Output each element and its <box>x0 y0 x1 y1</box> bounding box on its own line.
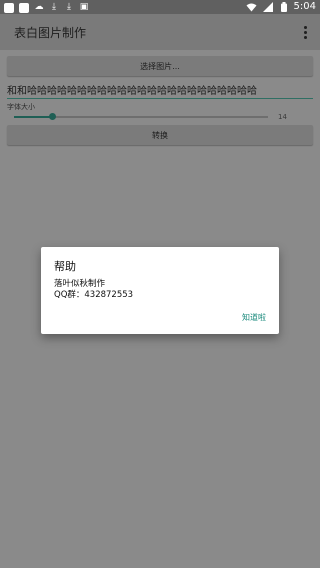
status-bar: ☁ ⤓ ⤓ ▣ 5:04 <box>0 0 320 14</box>
dialog-qq-group: QQ群：432872553 <box>54 290 134 300</box>
system-icons: 5:04 <box>246 1 316 13</box>
battery-icon <box>278 1 290 13</box>
download-icon: ⤓ <box>67 2 71 12</box>
notification-icons: ☁ ⤓ ⤓ ▣ <box>3 1 90 13</box>
text-input[interactable]: 和和哈哈哈哈哈哈哈哈哈哈哈哈哈哈哈哈哈哈哈哈哈哈哈 <box>7 82 313 99</box>
overflow-menu-icon[interactable] <box>300 23 310 41</box>
app-square-icon <box>3 1 15 13</box>
slider-thumb[interactable] <box>49 113 56 120</box>
signal-icon <box>262 1 274 13</box>
convert-button[interactable]: 转换 <box>7 125 313 145</box>
wifi-icon <box>246 1 258 13</box>
font-size-label: 字体大小 <box>7 103 35 111</box>
help-dialog: 帮助 落叶似秋制作 QQ群：432872553 知道啦 <box>41 247 279 334</box>
font-size-slider[interactable] <box>14 113 268 121</box>
download-icon: ⤓ <box>52 2 56 12</box>
app-title: 表白图片制作 <box>14 26 87 40</box>
font-size-value: 14 <box>278 113 287 121</box>
dialog-title: 帮助 <box>54 260 76 273</box>
image-icon: ▣ <box>79 2 89 12</box>
dialog-ok-button[interactable]: 知道啦 <box>242 312 266 323</box>
app-bar: 表白图片制作 <box>0 14 320 50</box>
clock: 5:04 <box>293 1 316 12</box>
slider-fill <box>14 116 52 118</box>
app-square-icon <box>18 1 30 13</box>
cloud-icon: ☁ <box>34 2 44 12</box>
choose-image-button[interactable]: 选择图片... <box>7 56 313 76</box>
